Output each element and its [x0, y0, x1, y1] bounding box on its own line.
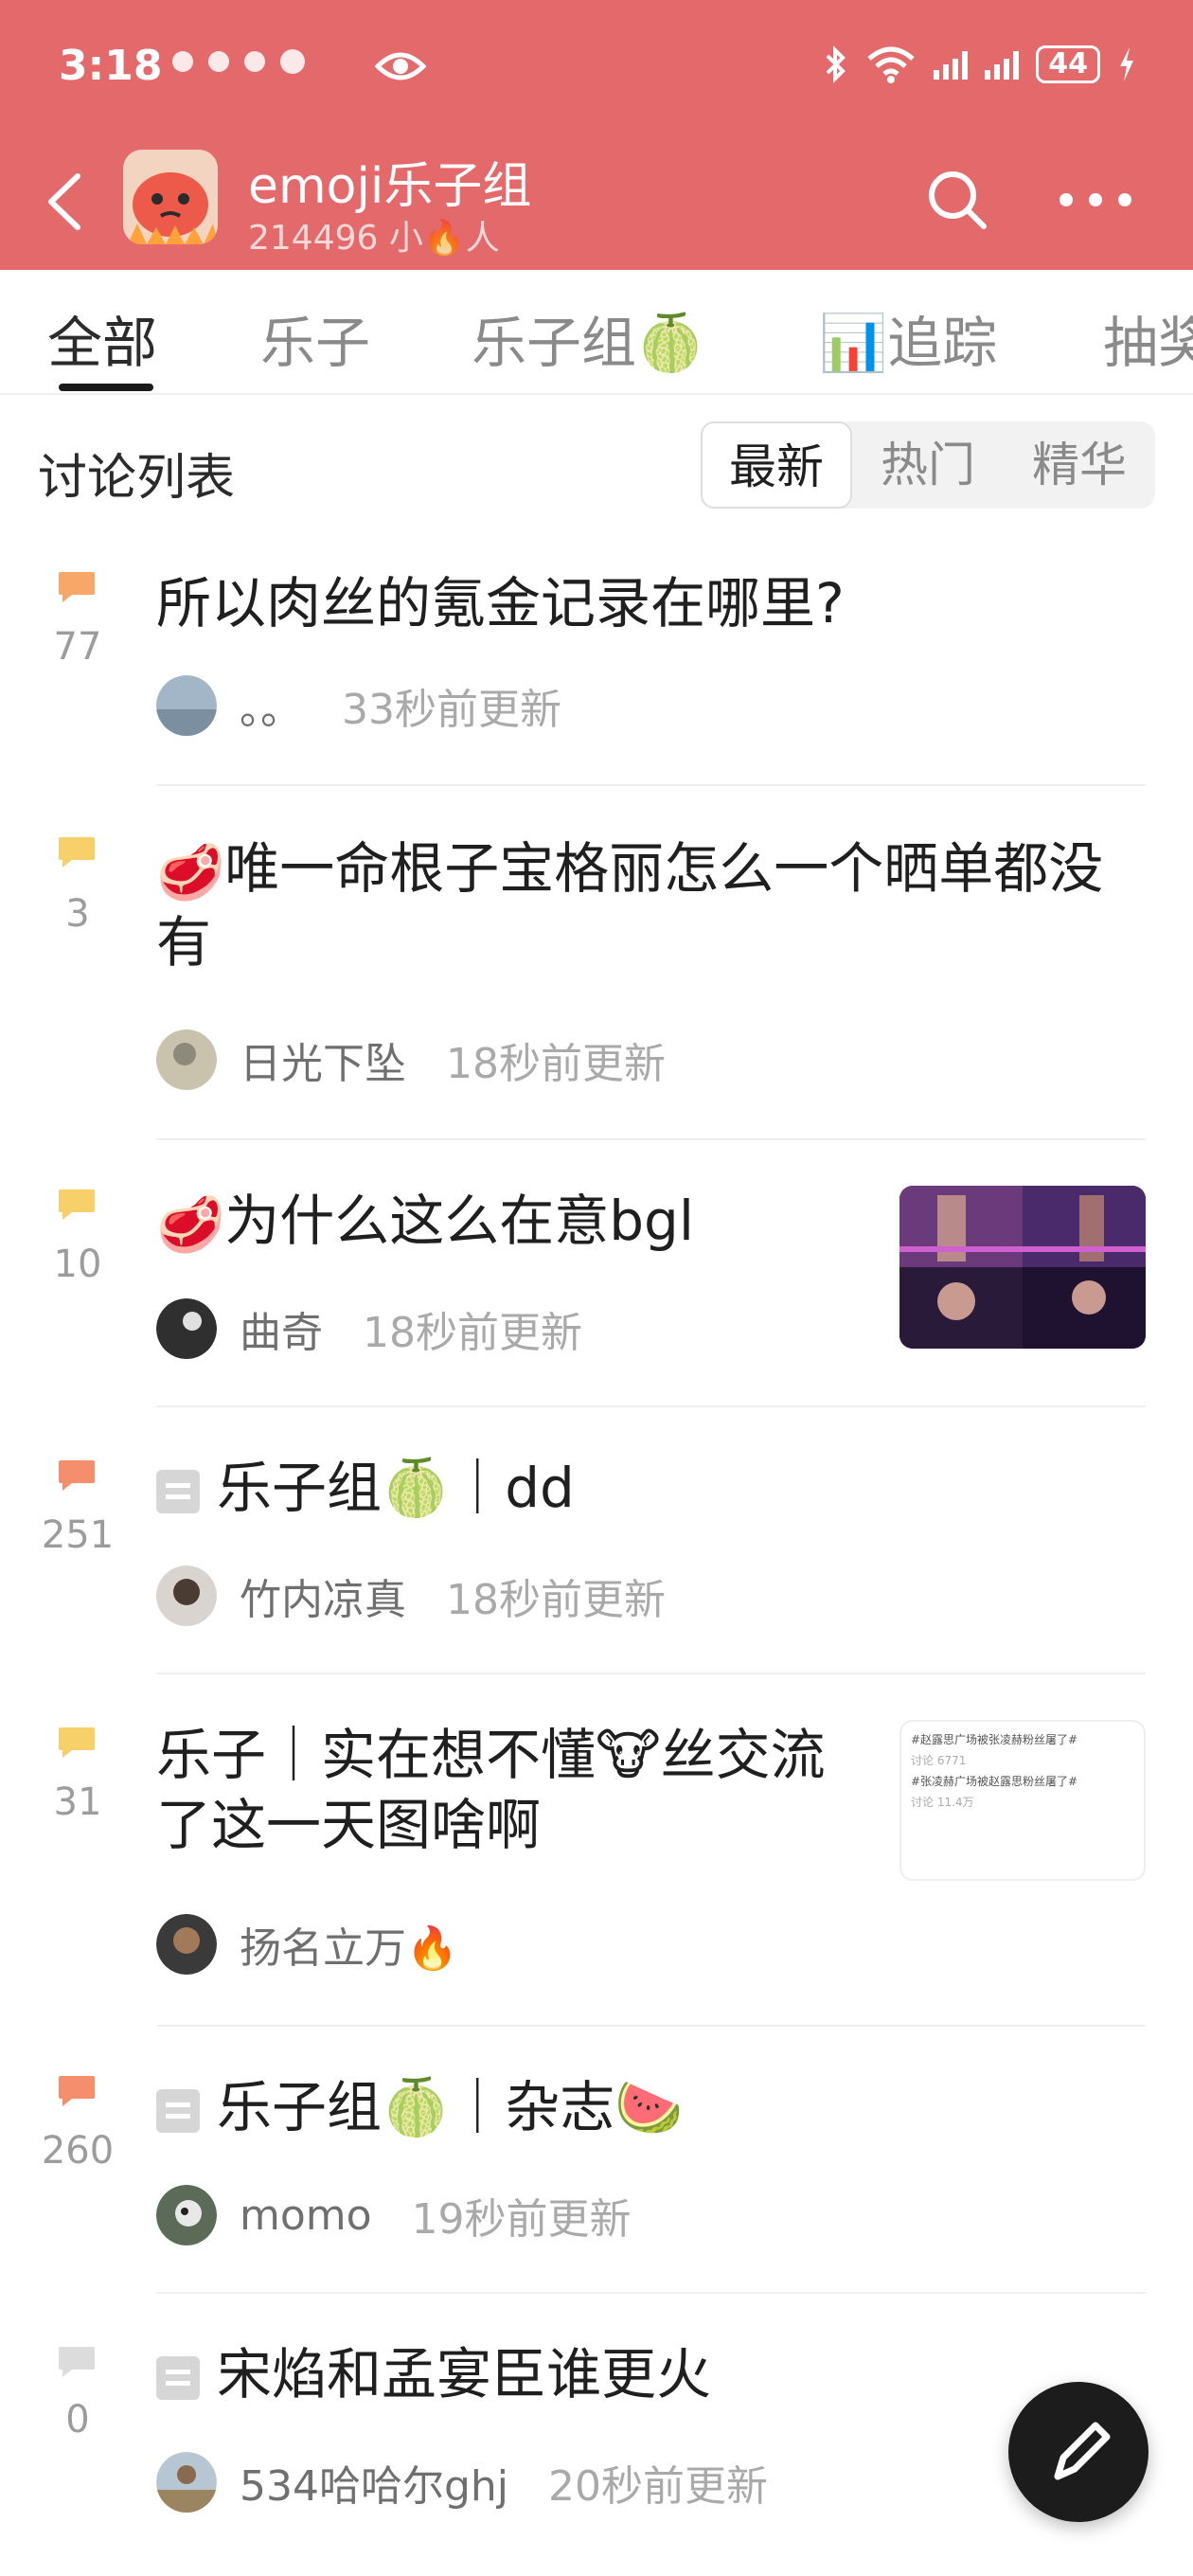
- update-time: 18秒前更新: [363, 1309, 582, 1357]
- avatar[interactable]: [156, 2185, 217, 2245]
- author-name[interactable]: 竹内凉真: [240, 1565, 406, 1626]
- active-tab-indicator: [59, 384, 153, 391]
- comment-bubble-icon: [59, 2076, 95, 2106]
- bluetooth-icon: [826, 45, 846, 83]
- post-title[interactable]: 所以肉丝的氪金记录在哪里?: [156, 568, 1141, 638]
- avatar[interactable]: [156, 675, 217, 736]
- update-time: 18秒前更新: [446, 1576, 666, 1624]
- update-time: 20秒前更新: [548, 2462, 769, 2511]
- post-title[interactable]: 乐子组🍈｜dd: [156, 1453, 1141, 1523]
- comment-bubble-icon: [59, 2347, 95, 2377]
- divider: [156, 1138, 1146, 1140]
- comment-count: 3: [65, 892, 90, 936]
- post-meta: 534哈哈尔ghj 20秒前更新: [156, 2451, 768, 2513]
- tab-all[interactable]: 全部: [47, 298, 157, 378]
- more-icon[interactable]: [1053, 186, 1138, 214]
- post-meta: 竹内凉真 18秒前更新: [156, 1565, 666, 1627]
- tab-lottery[interactable]: 抽奖: [1103, 298, 1193, 378]
- sort-featured[interactable]: 精华: [1004, 421, 1155, 509]
- post-thumbnail[interactable]: [899, 1186, 1146, 1349]
- post-title[interactable]: 宋焰和孟宴臣谁更火: [156, 2339, 952, 2409]
- avatar[interactable]: [156, 1029, 217, 1090]
- app-header-area: 3:18 44 emoji乐子组 214496 小🔥人: [0, 0, 1193, 270]
- battery-indicator: 44: [1036, 45, 1100, 83]
- sort-latest[interactable]: 最新: [701, 421, 852, 509]
- pencil-icon: [1054, 2422, 1111, 2480]
- comment-count: 260: [41, 2129, 115, 2173]
- comment-count: 0: [65, 2398, 90, 2442]
- avatar[interactable]: [156, 1565, 217, 1626]
- divider: [156, 2292, 1146, 2294]
- post-thumbnail[interactable]: #赵露思广场被张凌赫粉丝屠了# 讨论 6771 #张凌赫广场被赵露思粉丝屠了# …: [899, 1720, 1146, 1881]
- status-time: 3:18: [59, 42, 163, 90]
- sort-hot[interactable]: 热门: [852, 421, 1004, 509]
- post-meta: 。。 33秒前更新: [156, 674, 561, 737]
- post-meta: momo 19秒前更新: [156, 2184, 632, 2246]
- group-title: emoji乐子组: [248, 158, 532, 215]
- author-name[interactable]: 534哈哈尔ghj: [240, 2452, 508, 2513]
- document-icon: [156, 2088, 200, 2133]
- discussion-list-header: 讨论列表 最新 热门 精华: [0, 417, 1193, 511]
- comment-bubble-icon: [59, 1190, 95, 1220]
- avatar[interactable]: [156, 2452, 217, 2513]
- eye-icon: [375, 52, 426, 80]
- group-avatar[interactable]: [123, 150, 218, 244]
- avatar[interactable]: [156, 1914, 217, 1975]
- comment-count: 77: [53, 625, 102, 669]
- document-icon: [156, 1469, 200, 1513]
- avatar[interactable]: [156, 1298, 217, 1359]
- divider: [156, 1673, 1146, 1674]
- tab-tracking[interactable]: 📊追踪: [819, 298, 997, 378]
- divider: [156, 784, 1146, 786]
- compose-button[interactable]: [1008, 2382, 1148, 2522]
- search-icon[interactable]: [924, 167, 990, 233]
- divider: [156, 1405, 1146, 1407]
- notification-icon: [280, 49, 305, 74]
- sort-toggle: 最新 热门 精华: [701, 421, 1155, 509]
- author-name[interactable]: 曲奇: [240, 1298, 323, 1359]
- category-tabs: 全部 乐子 乐子组🍈 📊追踪 抽奖: [0, 270, 1193, 395]
- update-time: 19秒前更新: [411, 2195, 632, 2244]
- signal-icon: [934, 49, 969, 80]
- comment-bubble-icon: [59, 1460, 95, 1491]
- notification-icon: [244, 51, 265, 72]
- author-name[interactable]: 扬名立万🔥: [240, 1914, 458, 1975]
- signal-icon: [985, 49, 1020, 80]
- post-title[interactable]: 乐子组🍈｜杂志🍉: [156, 2072, 1141, 2142]
- author-name[interactable]: 日光下坠: [240, 1029, 406, 1090]
- back-icon[interactable]: [38, 169, 95, 235]
- steak-emoji-icon: 🥩: [156, 839, 225, 904]
- divider: [156, 2025, 1146, 2027]
- notification-icons: [172, 49, 305, 74]
- post-title[interactable]: 🥩唯一命根子宝格丽怎么一个晒单都没有: [156, 833, 1141, 977]
- comment-count: 31: [53, 1780, 102, 1824]
- tab-lezi[interactable]: 乐子: [260, 298, 370, 378]
- author-name[interactable]: 。。: [240, 675, 302, 736]
- comment-bubble-icon: [59, 837, 95, 868]
- list-title: 讨论列表: [38, 450, 236, 507]
- wifi-icon: [867, 46, 915, 83]
- tab-lezi-group[interactable]: 乐子组🍈: [472, 298, 704, 378]
- member-count: 214496 小🔥人: [248, 219, 500, 258]
- charging-icon: [1120, 47, 1133, 81]
- post-title[interactable]: 乐子｜实在想不懂🐮丝交流了这一天图啥啊: [156, 1720, 876, 1860]
- notification-icon: [208, 51, 229, 72]
- post-meta: 曲奇 18秒前更新: [156, 1297, 582, 1360]
- update-time: 33秒前更新: [342, 686, 561, 734]
- notification-icon: [172, 51, 193, 72]
- status-bar: 3:18 44: [0, 0, 1193, 133]
- author-name[interactable]: momo: [240, 2191, 372, 2240]
- post-title[interactable]: 🥩为什么这么在意bgl: [156, 1186, 876, 1260]
- comment-bubble-icon: [59, 1727, 95, 1758]
- comment-bubble-icon: [59, 572, 95, 602]
- steak-emoji-icon: 🥩: [156, 1191, 225, 1257]
- group-header: emoji乐子组 214496 小🔥人: [0, 133, 1193, 270]
- comment-count: 251: [41, 1513, 115, 1557]
- document-icon: [156, 2355, 200, 2400]
- comment-count: 10: [53, 1243, 102, 1286]
- post-meta: 日光下坠 18秒前更新: [156, 1029, 666, 1091]
- post-meta: 扬名立万🔥: [156, 1913, 498, 1976]
- update-time: 18秒前更新: [446, 1040, 666, 1088]
